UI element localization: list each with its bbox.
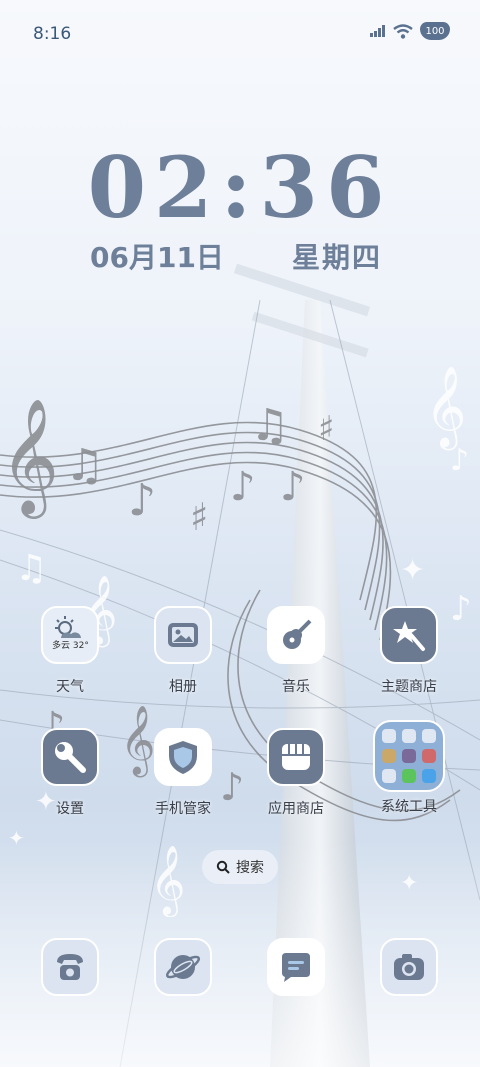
wifi-icon xyxy=(393,23,413,39)
camera-icon xyxy=(380,938,438,996)
svg-text:♪: ♪ xyxy=(280,464,306,510)
dock-browser[interactable] xyxy=(135,938,231,996)
dock-messages[interactable] xyxy=(248,938,344,996)
search-button[interactable]: 搜索 xyxy=(202,850,278,884)
app-label-music: 音乐 xyxy=(282,679,310,695)
clock-weekday: 星期四 xyxy=(292,241,383,274)
svg-text:♯: ♯ xyxy=(318,409,334,449)
svg-text:✦: ✦ xyxy=(400,871,418,896)
app-folder-system-tools[interactable]: 系统工具 xyxy=(361,720,457,816)
folder-mini-app-icon xyxy=(422,769,436,783)
folder-mini-app-icon xyxy=(382,749,396,763)
svg-text:♫: ♫ xyxy=(65,440,104,491)
svg-text:♪: ♪ xyxy=(128,475,156,526)
folder-mini-app-icon xyxy=(422,729,436,743)
app-weather[interactable]: 多云 32° 天气 xyxy=(22,606,118,696)
app-label-gallery: 相册 xyxy=(169,679,197,695)
status-icons: 100 xyxy=(370,22,450,40)
svg-text:✦: ✦ xyxy=(400,553,425,588)
folder-mini-app-icon xyxy=(422,749,436,763)
theme-store-icon xyxy=(380,606,438,664)
signal-icon xyxy=(370,25,385,37)
gallery-icon xyxy=(154,606,212,664)
app-music[interactable]: 音乐 xyxy=(248,606,344,696)
battery-icon: 100 xyxy=(420,22,450,40)
app-settings[interactable]: 设置 xyxy=(22,728,118,818)
search-label: 搜索 xyxy=(236,860,264,876)
svg-text:♯: ♯ xyxy=(190,495,208,539)
app-label-system-tools: 系统工具 xyxy=(381,799,437,815)
phone-icon xyxy=(41,938,99,996)
svg-text:𝄞: 𝄞 xyxy=(150,845,185,917)
weather-temperature: 32° xyxy=(72,641,89,651)
svg-text:♫: ♫ xyxy=(250,400,289,451)
weather-condition: 多云 xyxy=(52,641,71,651)
app-app-store[interactable]: 应用商店 xyxy=(248,728,344,818)
app-label-settings: 设置 xyxy=(56,801,84,817)
app-label-app-store: 应用商店 xyxy=(268,801,324,817)
folder-mini-app-icon xyxy=(402,769,416,783)
folder-icon xyxy=(373,720,445,792)
status-bar: 8:16 100 xyxy=(0,0,480,66)
app-phone-manager[interactable]: 手机管家 xyxy=(135,728,231,818)
messages-icon xyxy=(267,938,325,996)
dock-phone[interactable] xyxy=(22,938,118,996)
svg-text:♫: ♫ xyxy=(15,548,47,589)
folder-mini-app-icon xyxy=(382,769,396,783)
status-time: 8:16 xyxy=(33,24,72,44)
app-label-phone-manager: 手机管家 xyxy=(155,801,211,817)
wrench-icon xyxy=(41,728,99,786)
svg-text:✦: ✦ xyxy=(8,826,25,850)
weather-icon: 多云 32° xyxy=(41,606,99,664)
search-icon xyxy=(216,860,230,874)
guitar-icon xyxy=(267,606,325,664)
clock-date: 06月11日 xyxy=(90,241,224,274)
svg-text:𝄞: 𝄞 xyxy=(425,365,466,450)
app-theme-store[interactable]: 主题商店 xyxy=(361,606,457,696)
folder-mini-app-icon xyxy=(402,749,416,763)
app-gallery[interactable]: 相册 xyxy=(135,606,231,696)
browser-icon xyxy=(154,938,212,996)
svg-text:𝄞: 𝄞 xyxy=(0,397,59,519)
app-label-weather: 天气 xyxy=(56,679,84,695)
app-store-icon xyxy=(267,728,325,786)
svg-text:♪: ♪ xyxy=(450,443,469,478)
folder-mini-app-icon xyxy=(382,729,396,743)
app-label-theme-store: 主题商店 xyxy=(381,679,437,695)
shield-icon xyxy=(154,728,212,786)
folder-mini-app-icon xyxy=(402,729,416,743)
svg-text:♪: ♪ xyxy=(230,464,256,510)
clock-time: 02:36 xyxy=(87,138,393,237)
dock-camera[interactable] xyxy=(361,938,457,996)
